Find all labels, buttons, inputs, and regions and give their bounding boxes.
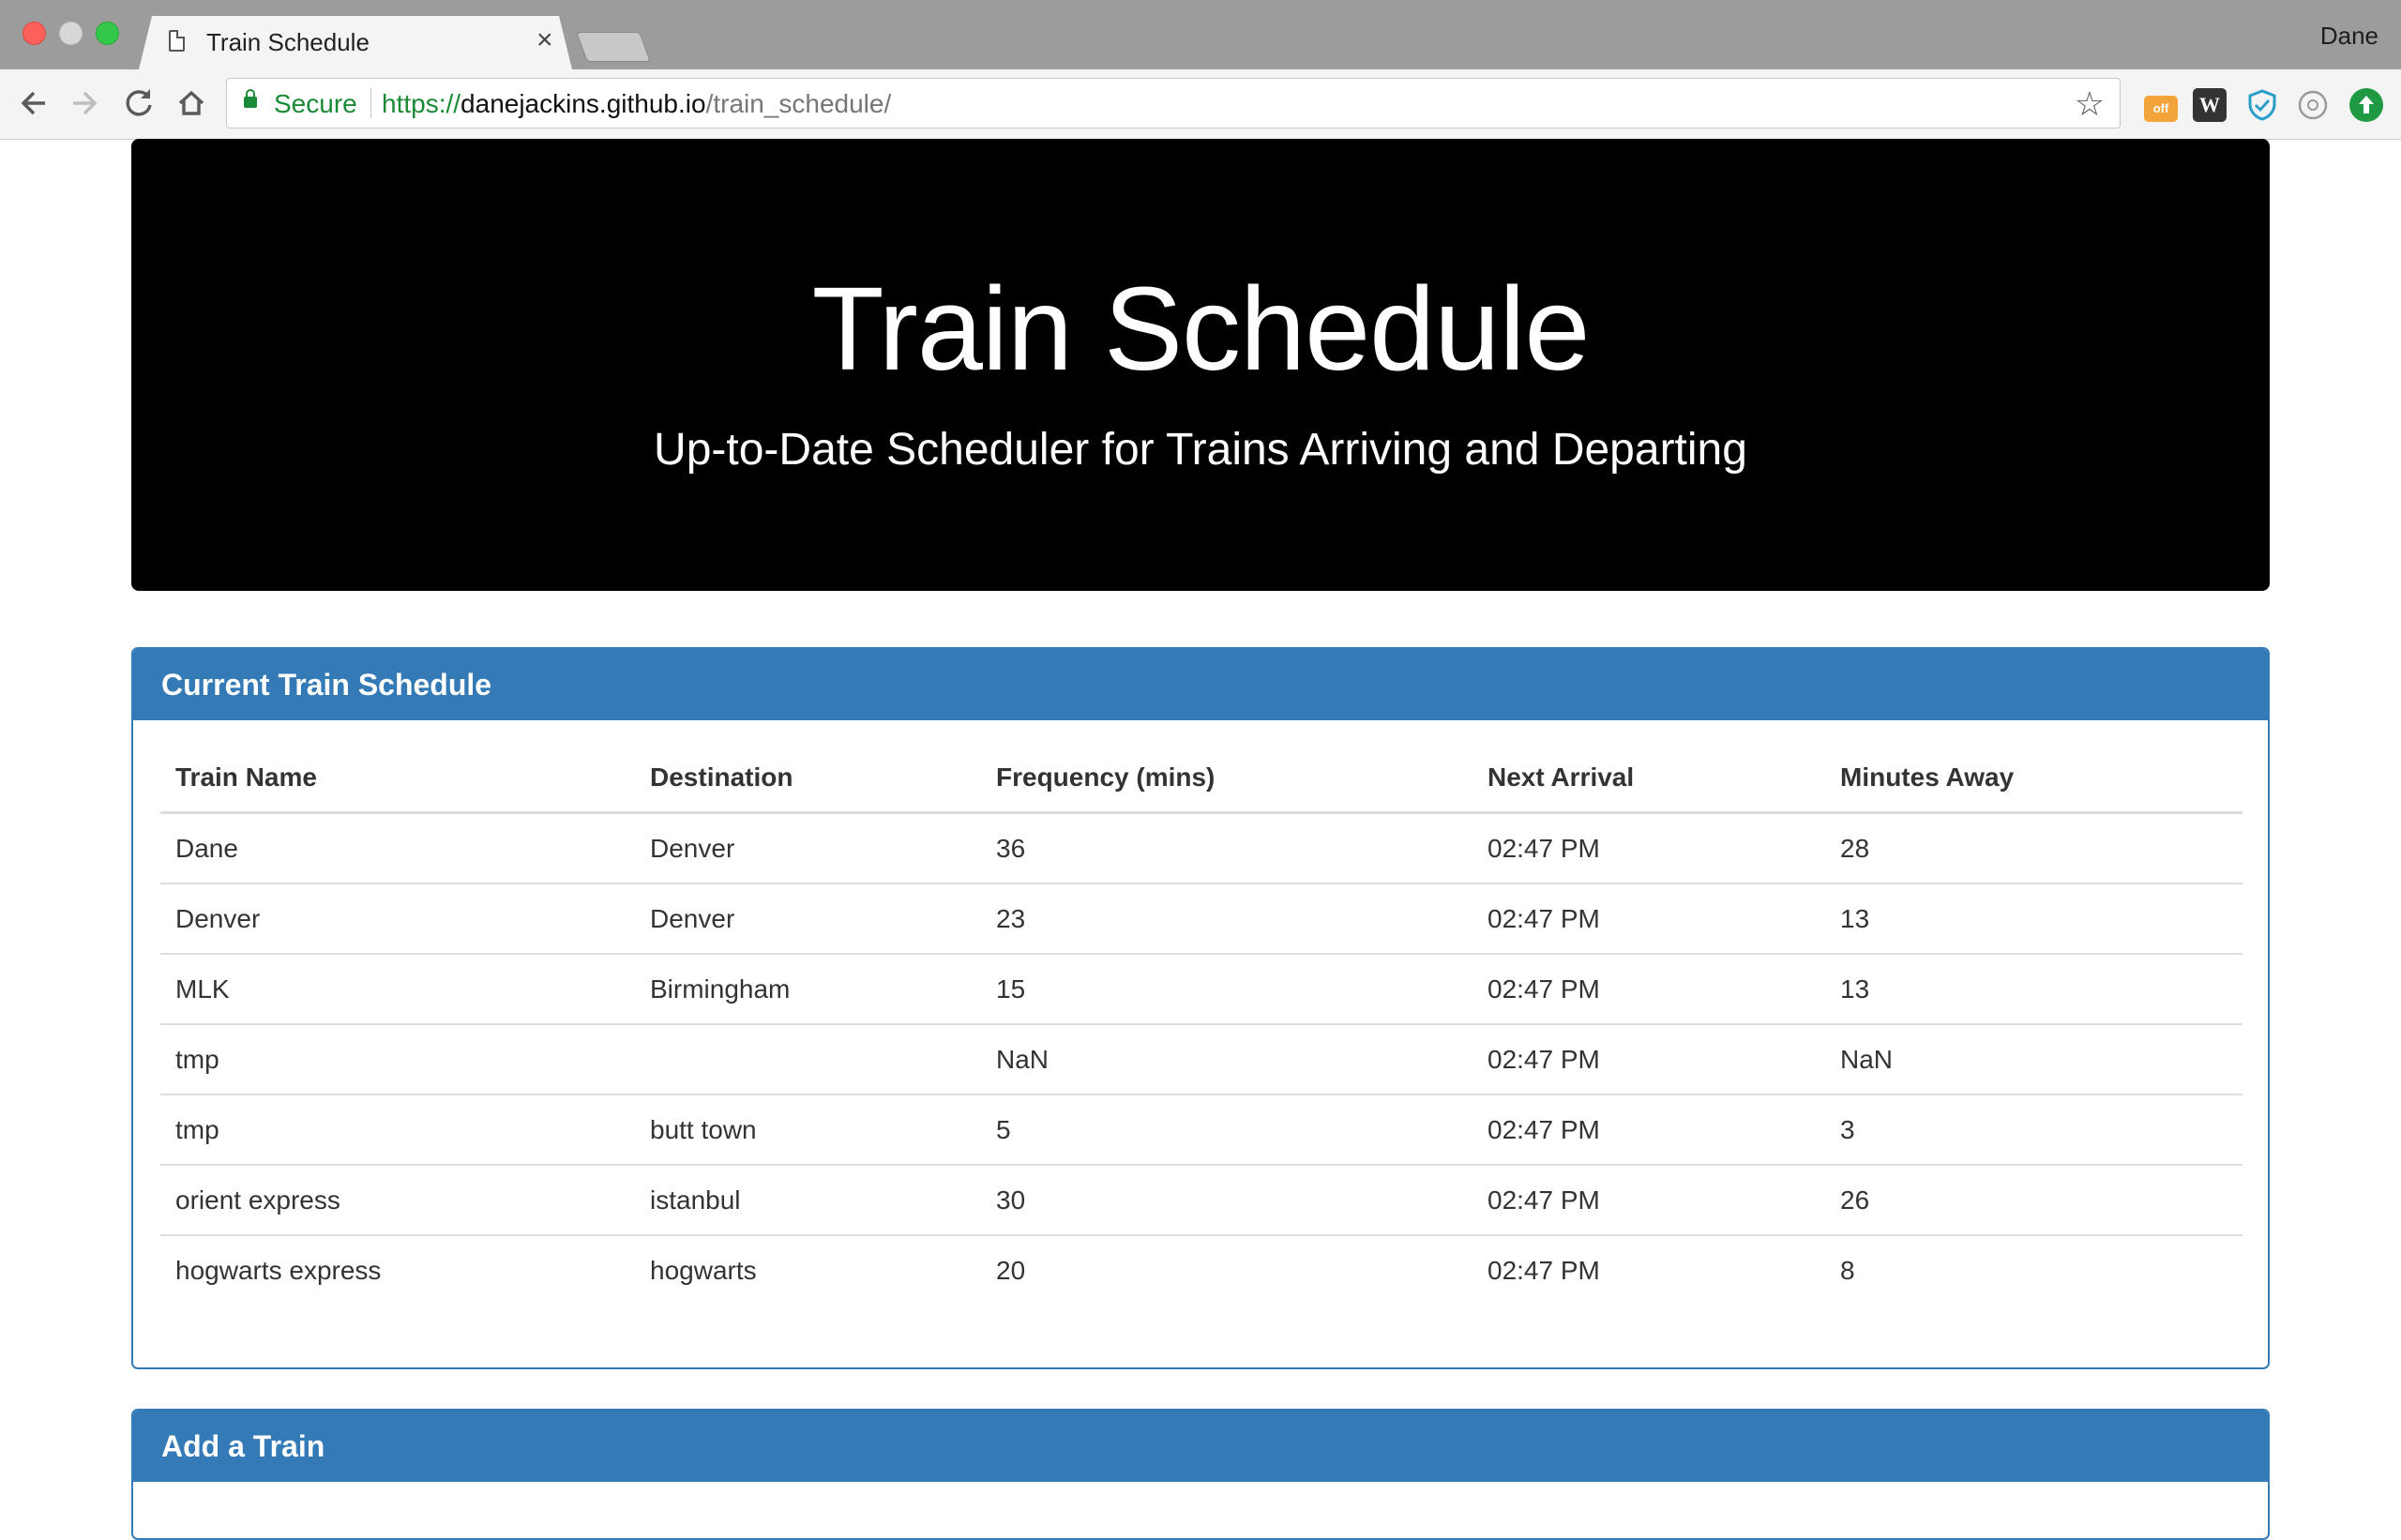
column-header-next-arrival: Next Arrival [1472,743,1825,814]
next-arrival-cell: 02:47 PM [1487,1255,1600,1285]
tab-title: Train Schedule [206,28,370,56]
browser-titlebar: Train Schedule × Dane [0,0,2401,69]
minutes-away-cell: 3 [1825,1095,2242,1166]
frequency-cell: NaN [981,1024,1472,1095]
destination-cell: hogwarts [650,1255,757,1285]
upload-arrow-icon[interactable] [2349,88,2383,122]
minutes-away-cell: 28 [1825,812,2242,884]
minutes-away-cell: 13 [1825,954,2242,1025]
train-name-cell: tmp [160,1024,635,1095]
table-row: orient express istanbul 30 02:47 PM 26 [160,1165,2242,1236]
column-header-train-name: Train Name [160,743,635,814]
next-arrival-cell: 02:47 PM [1472,883,1825,955]
url-text[interactable]: https://danejackins.github.io/train_sche… [382,89,891,119]
address-bar[interactable]: Secure https://danejackins.github.io/tra… [226,78,2121,128]
train-name-cell: Dane [160,812,635,884]
page-subtitle: Up-to-Date Scheduler for Trains Arriving… [654,425,1747,475]
secure-label: Secure [274,89,357,118]
reload-button[interactable] [116,81,161,126]
frequency-cell: 20 [996,1255,1026,1285]
tab-close-button[interactable]: × [536,24,553,56]
browser-tab[interactable]: Train Schedule × [139,16,572,69]
forward-arrow-icon [73,91,98,115]
destination-cell: istanbul [635,1165,981,1236]
close-window-button[interactable] [23,22,46,45]
address-divider [370,88,371,118]
table-header-row: Train Name Destination Frequency (mins) … [160,743,2242,814]
page-title: Train Schedule [811,263,1591,395]
destination-cell [635,1024,981,1095]
next-arrival-cell: 02:47 PM [1472,812,1825,884]
schedule-panel-heading: Current Train Schedule [133,649,2268,720]
url-path: /train_schedule/ [705,89,892,118]
add-train-panel: Add a Train [131,1409,2270,1540]
frequency-cell: 23 [981,883,1472,955]
table-row: hogwarts express hogwarts 20 02:47 PM 8 [160,1235,2242,1305]
url-scheme: https:// [382,89,461,118]
circle-extension-icon[interactable] [2296,88,2330,122]
train-name-cell: hogwarts express [175,1255,382,1285]
train-schedule-table: Train Name Destination Frequency (mins) … [160,743,2242,1305]
frequency-cell: 30 [981,1165,1472,1236]
next-arrival-cell: 02:47 PM [1472,1024,1825,1095]
next-arrival-cell: 02:47 PM [1472,1165,1825,1236]
reload-icon [126,89,152,116]
column-header-minutes-away: Minutes Away [1825,743,2242,814]
destination-cell: Birmingham [635,954,981,1025]
minutes-away-cell: NaN [1825,1024,2242,1095]
new-tab-button[interactable] [576,32,651,62]
train-name-cell: MLK [160,954,635,1025]
minutes-away-cell: 13 [1825,883,2242,955]
minutes-away-cell: 8 [1840,1255,1855,1285]
frequency-cell: 36 [981,812,1472,884]
train-name-cell: tmp [160,1095,635,1166]
shield-icon[interactable] [2245,88,2279,122]
destination-cell: butt town [635,1095,981,1166]
frequency-cell: 15 [981,954,1472,1025]
coupon-off-icon[interactable]: off [2144,96,2178,122]
train-name-cell: orient express [160,1165,635,1236]
page-header: Train Schedule Up-to-Date Scheduler for … [131,139,2270,591]
table-row: MLK Birmingham 15 02:47 PM 13 [160,954,2242,1025]
back-arrow-icon [21,91,45,115]
column-header-frequency: Frequency (mins) [981,743,1472,814]
column-header-destination: Destination [635,743,981,814]
maximize-window-button[interactable] [96,22,119,45]
home-icon [178,90,204,115]
table-row: Denver Denver 23 02:47 PM 13 [160,883,2242,955]
url-host: danejackins.github.io [461,89,706,118]
train-name-cell: Denver [160,883,635,955]
profile-name[interactable]: Dane [2320,22,2378,51]
frequency-cell: 5 [981,1095,1472,1166]
bookmark-star-icon[interactable]: ☆ [2075,84,2105,124]
minimize-window-button[interactable] [59,22,83,45]
table-row: Dane Denver 36 02:47 PM 28 [160,812,2242,884]
browser-toolbar: Secure https://danejackins.github.io/tra… [0,69,2401,140]
schedule-panel: Current Train Schedule Train Name Destin… [131,647,2270,1369]
lock-icon [244,89,257,108]
table-row: tmp NaN 02:47 PM NaN [160,1024,2242,1095]
forward-button[interactable] [62,81,107,126]
home-button[interactable] [169,81,214,126]
minutes-away-cell: 26 [1825,1165,2242,1236]
destination-cell: Denver [635,883,981,955]
add-train-panel-heading: Add a Train [133,1411,2268,1482]
destination-cell: Denver [635,812,981,884]
next-arrival-cell: 02:47 PM [1472,954,1825,1025]
wikipedia-icon[interactable]: W [2193,88,2227,122]
document-icon [169,30,185,52]
table-row: tmp butt town 5 02:47 PM 3 [160,1095,2242,1166]
back-button[interactable] [11,81,56,126]
next-arrival-cell: 02:47 PM [1472,1095,1825,1166]
